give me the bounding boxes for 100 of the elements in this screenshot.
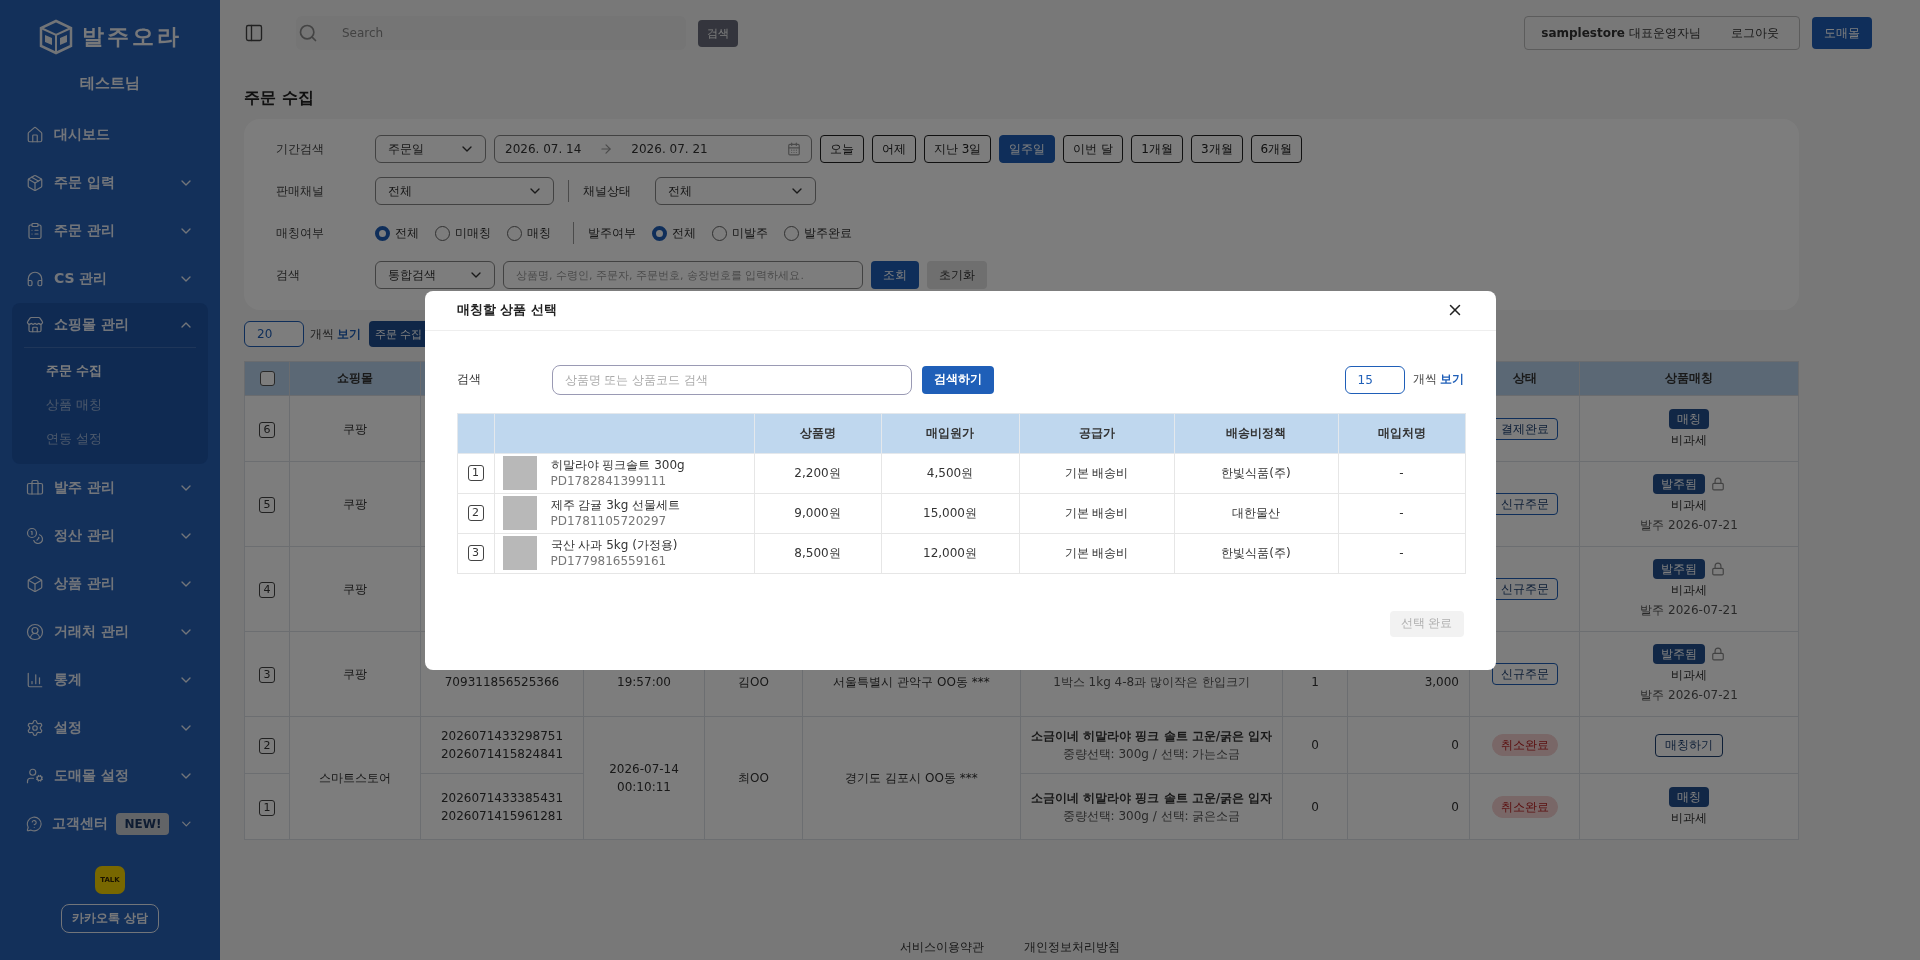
page-size-field[interactable]: 20 <box>244 321 304 347</box>
period-button[interactable]: 3개월 <box>1190 135 1243 163</box>
nav-item[interactable]: 거래처 관리 <box>0 608 220 656</box>
search-button[interactable]: 조회 <box>871 261 919 289</box>
date-type-select[interactable]: 주문일 <box>375 135 486 163</box>
table-cell: 8,500원 <box>754 533 881 573</box>
nav-item[interactable]: 주문 입력 <box>0 159 220 207</box>
row-number: 5 <box>259 497 275 513</box>
mall-cell: 쿠팡 <box>289 461 421 547</box>
radio-option[interactable]: 전체 <box>375 224 419 242</box>
row-number: 4 <box>259 582 275 598</box>
column-header: 쇼핑몰 <box>289 361 421 396</box>
nav-item[interactable]: 정산 관리 <box>0 512 220 560</box>
nav-item[interactable]: CS 관리 <box>0 255 220 303</box>
filter-label: 매칭여부 <box>276 224 325 242</box>
unit-text: 개씩 <box>1412 371 1437 388</box>
radio-option[interactable]: 미매칭 <box>435 224 491 242</box>
lock-icon <box>1711 647 1725 661</box>
period-button[interactable]: 오늘 <box>820 135 864 163</box>
period-button[interactable]: 어제 <box>872 135 916 163</box>
nav-label: 상품 관리 <box>54 575 115 593</box>
product-name: 제주 감귤 3kg 선물세트 <box>550 497 681 513</box>
coins-icon <box>26 527 44 545</box>
date-range-field[interactable]: 2026. 07. 14 2026. 07. 21 <box>494 135 812 163</box>
select-all-checkbox[interactable] <box>259 371 275 386</box>
table-cell: 기본 배송비 <box>1019 493 1174 533</box>
view-link[interactable]: 보기 <box>1439 371 1464 388</box>
search-label: 검색 <box>456 371 482 388</box>
table-cell: - <box>1338 453 1465 493</box>
user-circle-icon <box>26 623 44 641</box>
filter-label: 검색 <box>276 266 301 284</box>
search-button[interactable]: 검색 <box>698 19 738 47</box>
page-title: 주문 수집 <box>244 87 315 109</box>
footer-link[interactable]: 서비스이용약관 <box>899 939 984 956</box>
kakao-consult-button[interactable]: 카카오톡 상담 <box>60 904 160 933</box>
period-button[interactable]: 1개월 <box>1131 135 1183 163</box>
sidebar-toggle-button[interactable] <box>244 23 264 43</box>
nav-item[interactable]: 고객센터 NEW! <box>0 800 220 848</box>
match-button[interactable]: 매칭하기 <box>1655 733 1723 757</box>
radio-option[interactable]: 미발주 <box>712 224 768 242</box>
row-number: 6 <box>259 421 275 438</box>
nav-item[interactable]: 설정 <box>0 704 220 752</box>
table-cell: 4,500원 <box>881 453 1019 493</box>
status-tag: 신규주문 <box>1491 663 1558 685</box>
buyer-name: 김OO <box>737 674 770 691</box>
calendar-icon <box>787 142 801 156</box>
store-name: samplestore 대표운영자님 <box>1541 24 1701 42</box>
nav-item[interactable]: 상품 관리 <box>0 560 220 608</box>
submenu-item[interactable]: 주문 수집 <box>12 354 208 388</box>
nav-item[interactable]: 쇼핑몰 관리 <box>12 303 208 347</box>
logo-icon <box>38 19 74 55</box>
product-name: 소금이네 히말라야 핑크 솔트 고운/굵은 입자 <box>1031 789 1272 807</box>
user-gear-icon <box>26 767 44 785</box>
nav-item[interactable]: 도매몰 설정 <box>0 752 220 800</box>
logout-link[interactable]: 로그아웃 <box>1731 24 1779 42</box>
radio-option[interactable]: 매칭 <box>507 224 551 242</box>
search-type-select[interactable]: 통합검색 <box>375 261 495 289</box>
view-link[interactable]: 보기 <box>337 325 361 343</box>
footer-link[interactable]: 개인정보처리방침 <box>1023 939 1120 956</box>
table-cell: 한빛식품(주) <box>1174 453 1338 493</box>
nav-label: 주문 관리 <box>54 222 115 240</box>
table-cell: 한빛식품(주) <box>1174 533 1338 573</box>
product-option: 중량선택: 300g / 선택: 가는소금 <box>1031 745 1272 763</box>
channel-select[interactable]: 전체 <box>375 177 554 205</box>
tax-text: 비과세 <box>1671 582 1707 599</box>
row-number: 3 <box>467 545 484 561</box>
period-button[interactable]: 6개월 <box>1250 135 1303 163</box>
status-tag: 취소완료 <box>1491 734 1558 756</box>
quantity: 1 <box>1310 674 1320 691</box>
search-button[interactable]: 검색하기 <box>921 365 994 394</box>
product-name: 소금이네 히말라야 핑크 솔트 고운/굵은 입자 <box>1031 728 1272 745</box>
reset-button[interactable]: 초기화 <box>927 261 987 289</box>
radio-option[interactable]: 발주완료 <box>784 224 852 242</box>
box-icon <box>26 575 44 593</box>
nav-item[interactable]: 대시보드 <box>0 111 220 159</box>
status-tag: 취소완료 <box>1491 795 1558 818</box>
order-number: 709311856525366 <box>443 674 561 691</box>
product-name: 국산 사과 5kg (가정용) <box>550 537 678 553</box>
product-search-field[interactable]: 상품명 또는 상품코드 검색 <box>551 364 912 395</box>
briefcase-icon <box>26 479 44 497</box>
order-date: 발주 2026-07-21 <box>1640 602 1738 619</box>
period-button[interactable]: 지난 3일 <box>924 135 992 163</box>
channel-status-select[interactable]: 전체 <box>655 177 816 205</box>
product-option: 1박스 1kg 4-8과 많이작은 한입크기 <box>1031 673 1272 691</box>
page-size-field[interactable]: 15 <box>1344 365 1405 394</box>
nav-item[interactable]: 통계 <box>0 656 220 704</box>
order-datetime: 00:10:11 <box>616 779 672 796</box>
period-button[interactable]: 일주일 <box>999 135 1056 163</box>
wholesale-button[interactable]: 도매몰 <box>1812 17 1872 49</box>
table-cell: - <box>1338 493 1465 533</box>
table-cell: 12,000원 <box>881 533 1019 573</box>
product-name: 히말라야 핑크솔트 300g <box>550 457 685 473</box>
nav-item[interactable]: 발주 관리 <box>0 464 220 512</box>
arrow-right-icon <box>599 142 614 156</box>
match-tag: 매칭 <box>1669 786 1709 807</box>
nav-label: 거래처 관리 <box>54 623 129 641</box>
period-button[interactable]: 이번 달 <box>1063 135 1124 163</box>
nav-item[interactable]: 주문 관리 <box>0 207 220 255</box>
radio-option[interactable]: 전체 <box>652 224 696 242</box>
table-cell: 15,000원 <box>881 493 1019 533</box>
